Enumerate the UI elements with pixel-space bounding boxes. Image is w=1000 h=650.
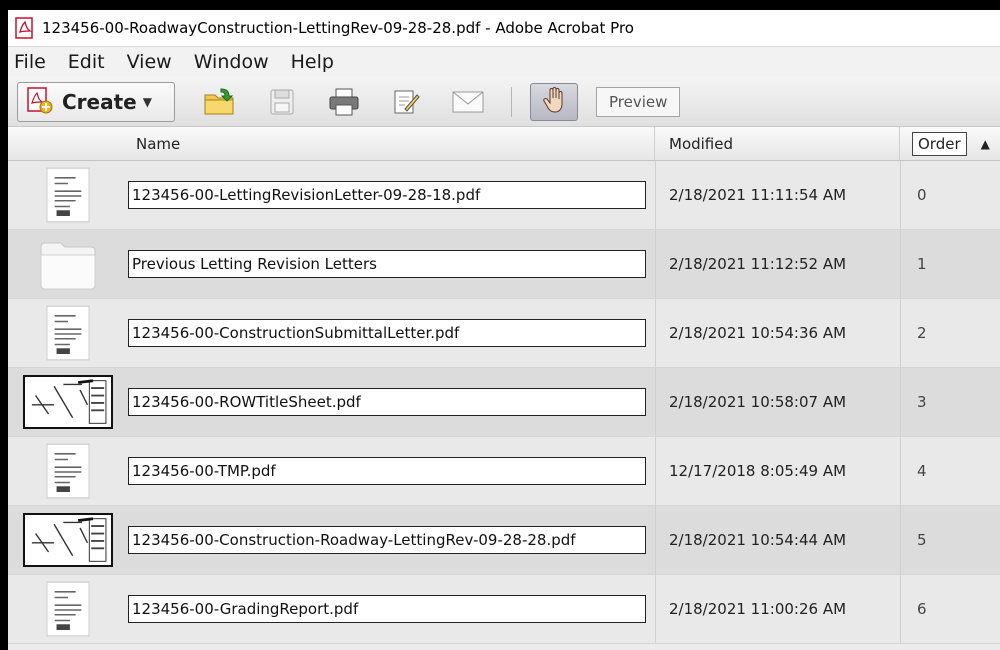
preview-button[interactable]: Preview xyxy=(596,86,681,117)
email-icon[interactable] xyxy=(451,85,485,119)
menu-help[interactable]: Help xyxy=(291,51,334,73)
name-field[interactable]: Previous Letting Revision Letters xyxy=(128,250,646,278)
order-cell: 4 xyxy=(900,437,1000,505)
table-row[interactable]: 123456-00-LettingRevisionLetter-09-28-18… xyxy=(8,161,1000,230)
print-icon[interactable] xyxy=(327,85,361,119)
name-cell: 123456-00-GradingReport.pdf xyxy=(128,575,655,643)
create-label: Create xyxy=(62,89,137,114)
table-row[interactable]: 123456-00-Construction-Roadway-LettingRe… xyxy=(8,506,1000,575)
name-field[interactable]: 123456-00-Construction-Roadway-LettingRe… xyxy=(128,526,646,554)
document-thumbnail xyxy=(8,299,128,367)
hand-tool-icon xyxy=(542,86,566,118)
window-title: 123456-00-RoadwayConstruction-LettingRev… xyxy=(42,19,634,37)
acrobat-window: 123456-00-RoadwayConstruction-LettingRev… xyxy=(8,10,1000,650)
create-icon xyxy=(24,85,54,119)
create-button[interactable]: Create ▼ xyxy=(17,81,175,122)
table-body: 123456-00-LettingRevisionLetter-09-28-18… xyxy=(8,161,1000,644)
title-bar: 123456-00-RoadwayConstruction-LettingRev… xyxy=(8,10,1000,47)
menu-view[interactable]: View xyxy=(127,51,172,73)
table-row[interactable]: 123456-00-ROWTitleSheet.pdf 2/18/2021 10:… xyxy=(8,368,1000,437)
table-row[interactable]: 123456-00-GradingReport.pdf 2/18/2021 11:… xyxy=(8,575,1000,644)
table-row[interactable]: Previous Letting Revision Letters 2/18/20… xyxy=(8,230,1000,299)
name-field[interactable]: 123456-00-ConstructionSubmittalLetter.pd… xyxy=(128,319,646,347)
document-thumbnail xyxy=(8,506,128,574)
table-row[interactable]: 123456-00-ConstructionSubmittalLetter.pd… xyxy=(8,299,1000,368)
pdf-app-icon xyxy=(14,17,36,39)
name-field[interactable]: 123456-00-ROWTitleSheet.pdf xyxy=(128,388,646,416)
order-cell: 3 xyxy=(900,368,1000,436)
document-thumbnail xyxy=(8,368,128,436)
name-cell: 123456-00-ConstructionSubmittalLetter.pd… xyxy=(128,299,655,367)
order-cell: 2 xyxy=(900,299,1000,367)
document-thumbnail xyxy=(8,437,128,505)
name-field[interactable]: 123456-00-GradingReport.pdf xyxy=(128,595,646,623)
table-row[interactable]: 123456-00-TMP.pdf 12/17/2018 8:05:49 AM 4 xyxy=(8,437,1000,506)
order-cell: 0 xyxy=(900,161,1000,229)
table-header: Name Modified Order ▲ xyxy=(8,127,1000,161)
modified-cell: 2/18/2021 10:54:44 AM xyxy=(655,506,900,574)
menu-bar: File Edit View Window Help xyxy=(8,47,1000,77)
open-folder-icon[interactable] xyxy=(203,85,237,119)
order-header-label: Order xyxy=(912,131,967,156)
file-list: Name Modified Order ▲ 123456-00-LettingR… xyxy=(8,127,1000,644)
modified-cell: 2/18/2021 10:58:07 AM xyxy=(655,368,900,436)
order-cell: 5 xyxy=(900,506,1000,574)
menu-edit[interactable]: Edit xyxy=(68,51,105,73)
save-icon[interactable] xyxy=(265,85,299,119)
sort-ascending-icon: ▲ xyxy=(980,136,990,151)
edit-icon[interactable] xyxy=(389,85,423,119)
order-cell: 1 xyxy=(900,230,1000,298)
document-thumbnail xyxy=(8,575,128,643)
name-cell: 123456-00-LettingRevisionLetter-09-28-18… xyxy=(128,161,655,229)
modified-cell: 2/18/2021 11:00:26 AM xyxy=(655,575,900,643)
folder-thumbnail xyxy=(8,230,128,298)
column-header-modified[interactable]: Modified xyxy=(655,127,900,160)
column-header-name[interactable]: Name xyxy=(8,127,655,160)
document-thumbnail xyxy=(8,161,128,229)
chevron-down-icon: ▼ xyxy=(142,94,152,109)
name-field[interactable]: 123456-00-LettingRevisionLetter-09-28-18… xyxy=(128,181,646,209)
toolbar: Create ▼ Preview xyxy=(8,77,1000,127)
menu-file[interactable]: File xyxy=(14,51,46,73)
name-field[interactable]: 123456-00-TMP.pdf xyxy=(128,457,646,485)
name-cell: 123456-00-TMP.pdf xyxy=(128,437,655,505)
column-header-order[interactable]: Order ▲ xyxy=(900,127,1000,160)
toolbar-separator xyxy=(511,86,512,117)
modified-cell: 2/18/2021 10:54:36 AM xyxy=(655,299,900,367)
modified-cell: 2/18/2021 11:12:52 AM xyxy=(655,230,900,298)
name-cell: Previous Letting Revision Letters xyxy=(128,230,655,298)
order-cell: 6 xyxy=(900,575,1000,643)
menu-window[interactable]: Window xyxy=(194,51,269,73)
hand-tool-button[interactable] xyxy=(530,82,578,121)
modified-cell: 12/17/2018 8:05:49 AM xyxy=(655,437,900,505)
modified-cell: 2/18/2021 11:11:54 AM xyxy=(655,161,900,229)
name-cell: 123456-00-ROWTitleSheet.pdf xyxy=(128,368,655,436)
name-cell: 123456-00-Construction-Roadway-LettingRe… xyxy=(128,506,655,574)
